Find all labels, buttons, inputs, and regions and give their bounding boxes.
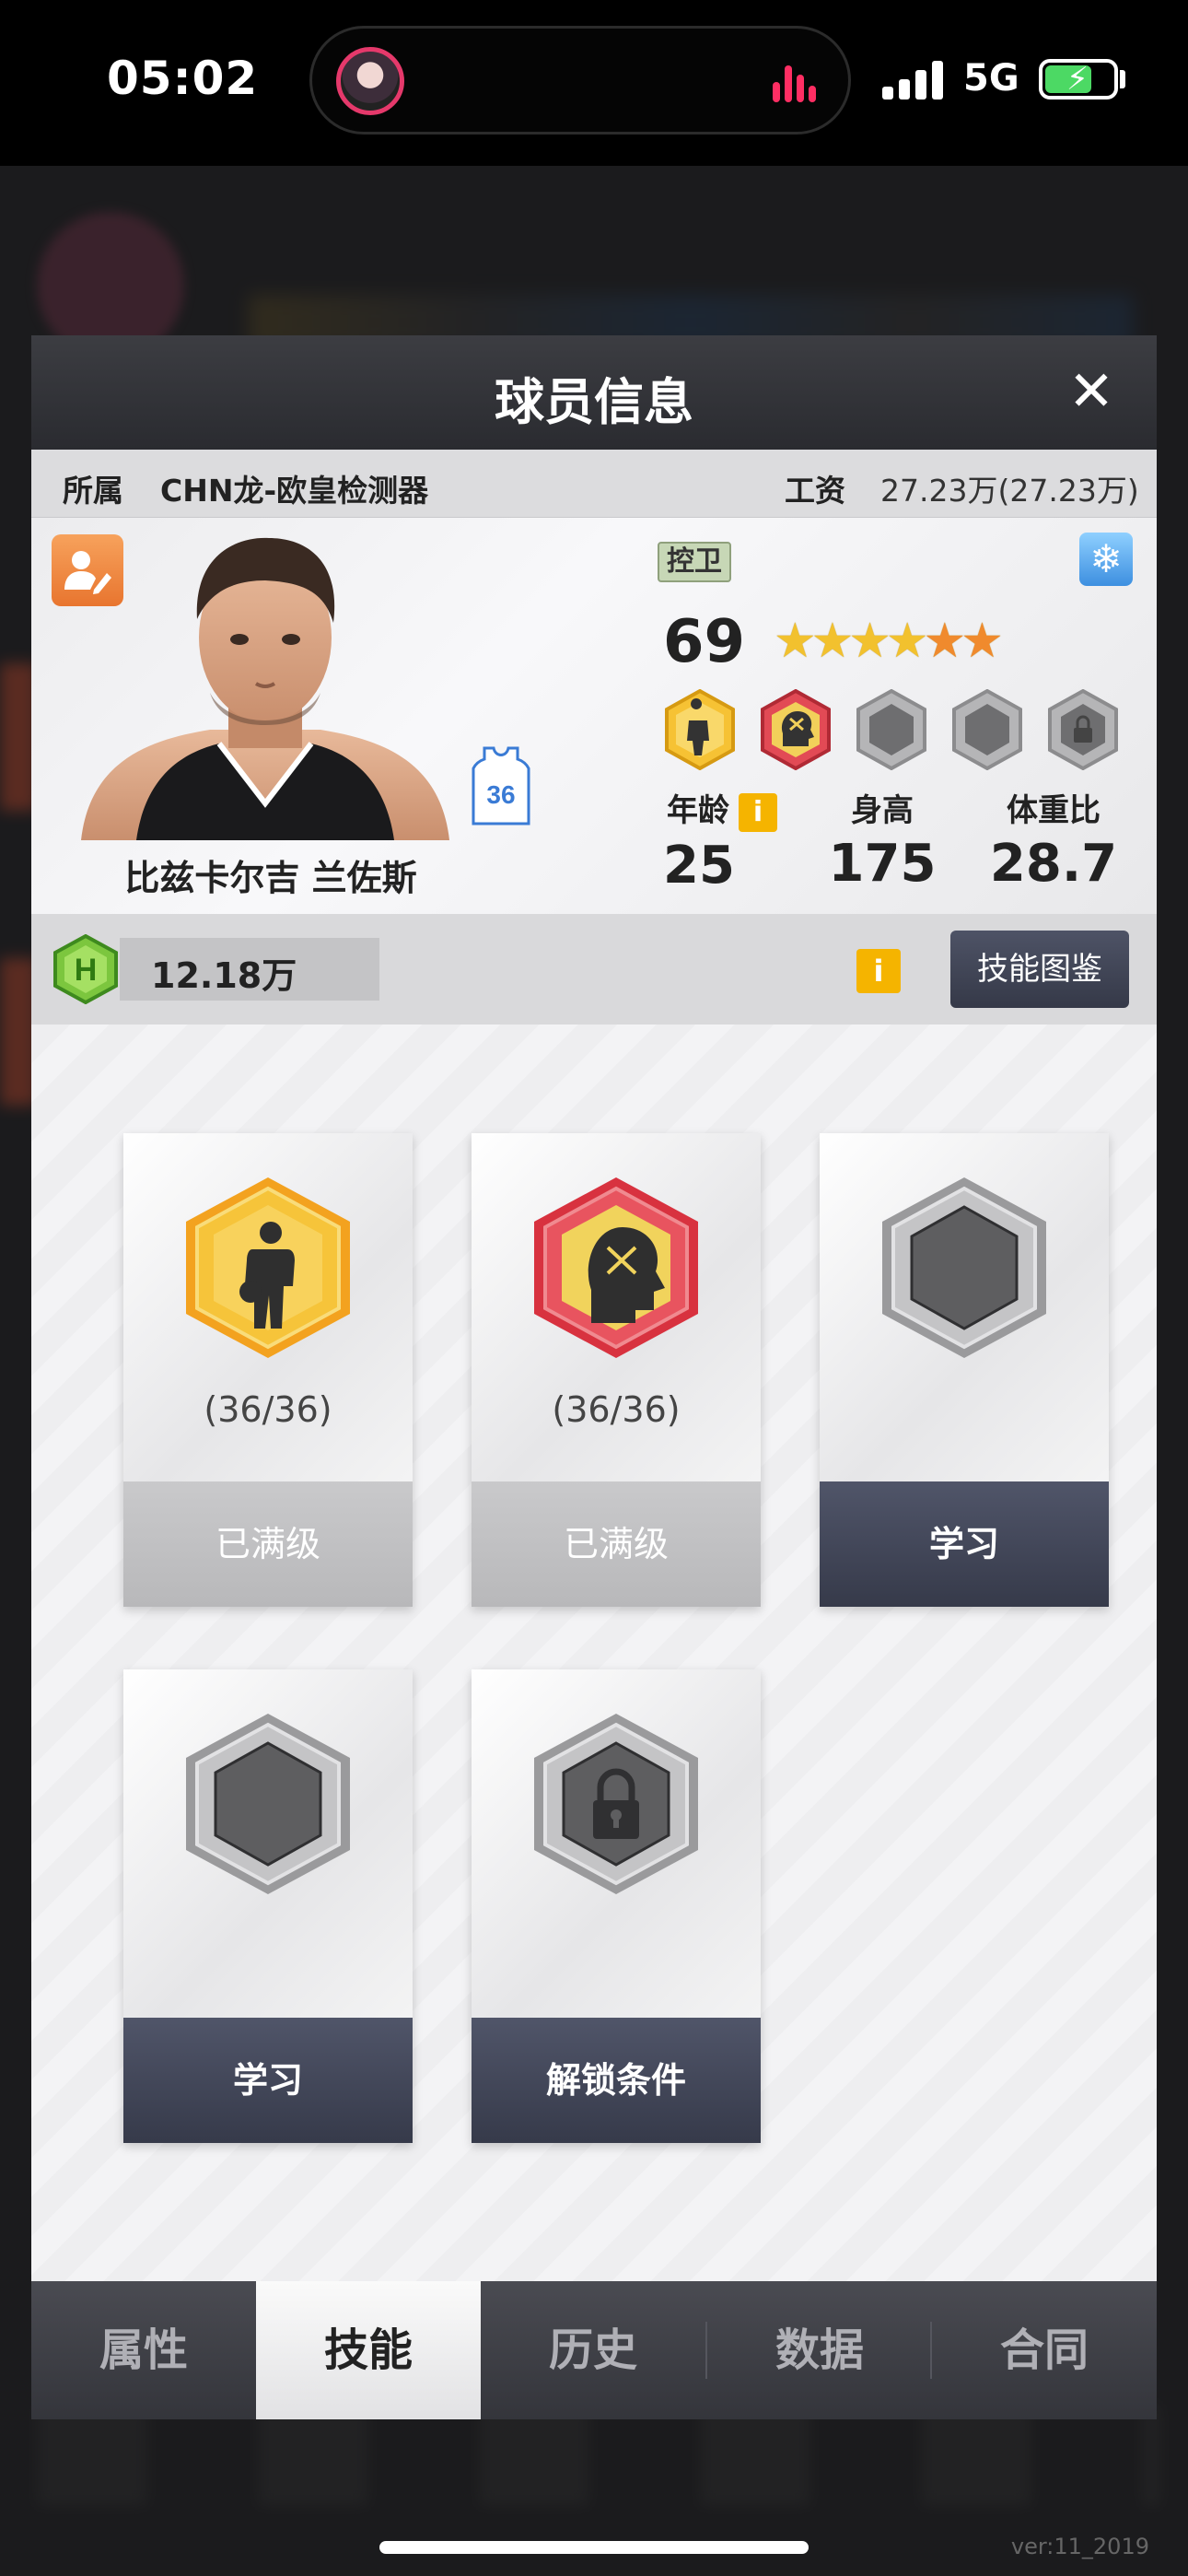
gold-player-skill-icon[interactable] [659, 689, 740, 770]
currency-bar: H 12.18万 i 技能图鉴 [31, 914, 1157, 1025]
age-stat: 年龄 i 25 [658, 785, 786, 896]
skill-card: 学习 [123, 1669, 413, 2143]
age-label: 年龄 [667, 792, 729, 829]
age-label-row: 年龄 i [658, 785, 786, 832]
skill-card: (36/36) 已满级 [472, 1133, 761, 1607]
star-icon: ★ [885, 614, 929, 669]
tab-history[interactable]: 历史 [481, 2281, 705, 2419]
gold-player-skill-icon [186, 1177, 350, 1358]
height-stat: 身高 175 [809, 785, 956, 894]
battery-icon: ⚡ [1039, 59, 1118, 100]
h-coin-icon: H [53, 934, 118, 1004]
max-level-label: 已满级 [123, 1481, 413, 1607]
team-name: CHN龙-欧皇检测器 [160, 473, 429, 509]
battery-cap [1120, 70, 1125, 88]
skill-card: 学习 [820, 1133, 1109, 1607]
player-card: 36 比兹卡尔吉 兰佐斯 控卫 ❄ 69 ★★★★★★ 年龄 i 25 身高 1… [31, 518, 1157, 914]
info-icon[interactable]: i [739, 792, 777, 832]
unlock-conditions-button[interactable]: 解锁条件 [472, 2018, 761, 2143]
player-name: 比兹卡尔吉 兰佐斯 [124, 858, 417, 898]
status-bar: 05:02 5G ⚡ [0, 0, 1188, 166]
height-value: 175 [828, 834, 937, 894]
overall-rating: 69 [663, 608, 746, 676]
network-type: 5G [963, 57, 1019, 100]
status-time: 05:02 [107, 52, 259, 105]
audio-waveform-icon [773, 60, 816, 102]
locked-hex-icon [534, 1714, 698, 1894]
skill-book-button[interactable]: 技能图鉴 [950, 931, 1129, 1008]
max-level-label: 已满级 [472, 1481, 761, 1607]
music-app-avatar-icon[interactable] [336, 47, 404, 115]
height-label: 身高 [851, 792, 914, 829]
info-icon[interactable]: i [856, 949, 901, 993]
bmi-stat: 体重比 28.7 [980, 785, 1127, 894]
player-portrait [81, 537, 449, 840]
skill-badges-row [659, 689, 1157, 772]
star-icon: ★ [774, 614, 817, 669]
snowflake-icon[interactable]: ❄ [1079, 533, 1133, 586]
dynamic-island[interactable] [309, 26, 851, 135]
jersey-number-icon: 36 [472, 746, 530, 825]
svg-text:36: 36 [486, 780, 515, 809]
tab-skills[interactable]: 技能 [256, 2281, 481, 2419]
home-indicator[interactable] [379, 2541, 809, 2554]
cellular-signal-icon [882, 61, 947, 100]
modal-title: 球员信息 [495, 373, 693, 431]
team-label: 所属 [63, 473, 123, 509]
tab-attributes[interactable]: 属性 [31, 2281, 256, 2419]
locked-hex-icon[interactable] [1042, 689, 1124, 770]
bottom-tab-bar: 属性 技能 历史 数据 合同 [31, 2281, 1157, 2419]
red-head-skill-icon[interactable] [755, 689, 836, 770]
age-value: 25 [663, 835, 735, 896]
skill-card: (36/36) 已满级 [123, 1133, 413, 1607]
charging-bolt-icon: ⚡ [1066, 61, 1089, 98]
star-icon: ★ [848, 614, 891, 669]
learn-button[interactable]: 学习 [123, 2018, 413, 2143]
close-icon[interactable]: ✕ [1059, 359, 1124, 424]
star-icon: ★ [923, 614, 967, 669]
tab-contract[interactable]: 合同 [932, 2281, 1157, 2419]
half-star-icon: ★ [961, 614, 1004, 669]
coin-amount: 12.18万 [151, 955, 297, 996]
version-label: ver:11_2019 [1010, 2534, 1149, 2559]
skill-progress: (36/36) [204, 1389, 332, 1430]
empty-hex-icon [882, 1177, 1046, 1358]
empty-hex-icon [186, 1714, 350, 1894]
salary-value: 27.23万(27.23万) [880, 473, 1139, 509]
bmi-label: 体重比 [1007, 792, 1101, 829]
skill-card: 解锁条件 [472, 1669, 761, 2143]
bmi-value: 28.7 [989, 834, 1118, 894]
star-icon: ★ [810, 614, 855, 669]
salary-label: 工资 [785, 473, 845, 509]
empty-hex-icon[interactable] [851, 689, 932, 770]
team-salary-bar: 所属 CHN龙-欧皇检测器 工资 27.23万(27.23万) [31, 450, 1157, 518]
svg-text:H: H [75, 953, 98, 988]
skill-progress: (36/36) [552, 1389, 681, 1430]
learn-button[interactable]: 学习 [820, 1481, 1109, 1607]
empty-hex-icon[interactable] [947, 689, 1028, 770]
position-tag: 控卫 [658, 542, 731, 582]
modal-header: 球员信息 ✕ [31, 335, 1157, 450]
background-footer-blurred [37, 2405, 1160, 2506]
skills-grid: (36/36) 已满级 (36/36) 已满级 学习 学习 解锁条件 [31, 1025, 1157, 2281]
red-head-skill-icon [534, 1177, 698, 1358]
player-info-modal: 球员信息 ✕ 所属 CHN龙-欧皇检测器 工资 27.23万(27.23万) 3… [31, 335, 1157, 2419]
tab-stats[interactable]: 数据 [707, 2281, 932, 2419]
star-rating: ★★★★★★ [774, 614, 1004, 669]
